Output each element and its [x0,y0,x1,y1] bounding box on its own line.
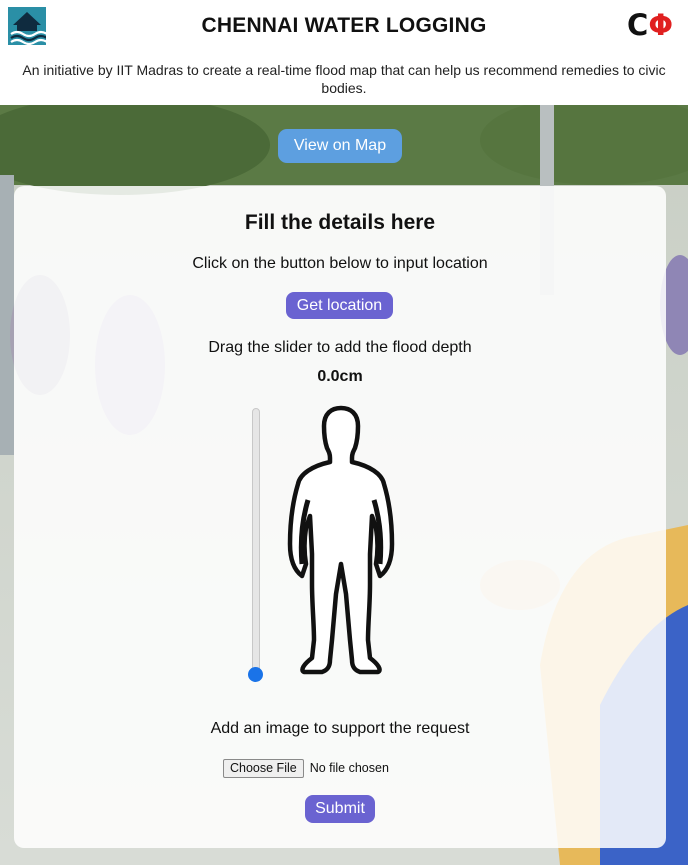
file-status-text: No file chosen [309,761,389,775]
flood-depth-value: 0.0cm [317,368,363,385]
flood-depth-slider-thumb[interactable] [248,667,263,682]
details-form-card: Fill the details here Click on the butto… [14,186,666,848]
page-title: CHENNAI WATER LOGGING [201,14,487,37]
choose-file-button[interactable]: Choose File [223,758,304,778]
view-on-map-button[interactable]: View on Map [278,129,402,163]
submit-button[interactable]: Submit [305,795,375,823]
image-hint: Add an image to support the request [210,720,470,737]
brand-logo: CΦ [627,8,673,42]
location-hint: Click on the button below to input locat… [192,255,488,272]
brand-letter-phi: Φ [648,8,673,42]
form-title: Fill the details here [244,211,436,234]
file-input[interactable]: Choose File No file chosen [223,758,389,778]
tagline: An initiative by IIT Madras to create a … [22,62,666,96]
get-location-button[interactable]: Get location [286,292,393,319]
slider-hint: Drag the slider to add the flood depth [208,339,472,356]
flood-depth-slider-track[interactable] [252,408,260,678]
header: CHENNAI WATER LOGGING CΦ An initiative b… [0,0,688,105]
brand-letter-c: C [627,8,649,42]
person-silhouette-icon [287,405,395,675]
